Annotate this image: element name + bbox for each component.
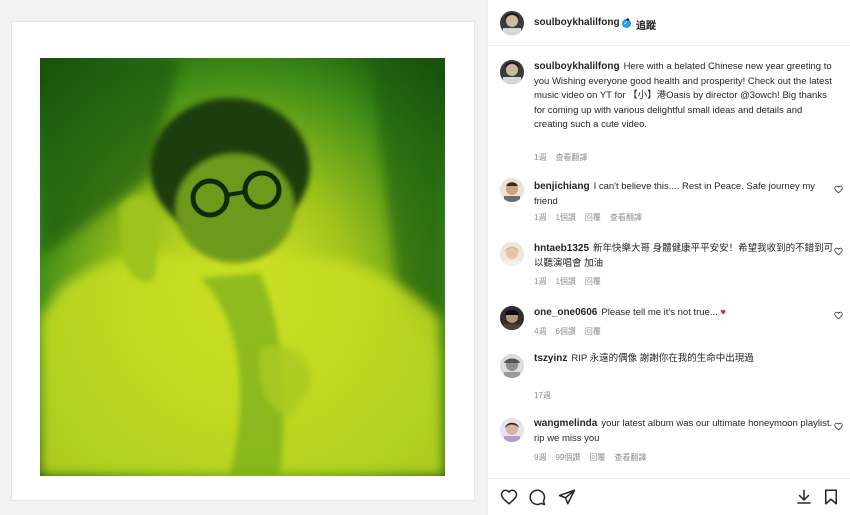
follow-button[interactable]: 追蹤 — [636, 17, 656, 32]
post-photo-art — [40, 58, 445, 476]
comment-reply[interactable]: 回覆 — [585, 327, 601, 336]
media-pane — [0, 0, 487, 515]
caption-translate[interactable]: 查看翻譯 — [555, 153, 587, 162]
comment-avatar[interactable] — [500, 354, 524, 378]
author-username[interactable]: soulboykhalilfong — [534, 17, 620, 28]
comment-text: RIP 永遠的偶像 謝謝你在我的生命中出現過 — [571, 353, 754, 364]
comment-meta: 9週 99個讚 回覆 查看翻譯 — [534, 452, 655, 463]
comment-meta: 1週 1個讚 回覆 查看翻譯 — [534, 212, 651, 223]
comment-username[interactable]: benjichiang — [534, 181, 590, 192]
comment-username[interactable]: tszyinz — [534, 353, 567, 364]
comment-likes[interactable]: 6個讚 — [555, 327, 575, 336]
comment-item: benjichiang I can't believe this.... Rest… — [534, 180, 834, 209]
comments-panel: soulboykhalilfong ✓ • 追蹤 soulboykhalilfon… — [488, 0, 850, 515]
post-photo[interactable] — [40, 58, 445, 476]
download-icon[interactable] — [795, 488, 813, 506]
post-header: soulboykhalilfong ✓ • 追蹤 — [488, 0, 850, 46]
comment-reply[interactable]: 回覆 — [585, 277, 601, 286]
comment-translate[interactable]: 查看翻譯 — [610, 213, 642, 222]
comment-item: one_one0606 Please tell me it's not true.… — [534, 306, 834, 321]
heart-emoji-icon: ♥ — [720, 307, 727, 318]
comment-username[interactable]: wangmelinda — [534, 418, 597, 429]
caption-meta: 1週 查看翻譯 — [534, 152, 596, 163]
comment-likes[interactable]: 99個讚 — [555, 453, 580, 462]
post-caption: soulboykhalilfong Here with a belated Chi… — [534, 60, 834, 133]
comment-username[interactable]: hntaeb1325 — [534, 243, 589, 254]
comment-text: Please tell me it's not true... — [601, 307, 718, 318]
caption-avatar[interactable] — [500, 60, 524, 84]
heart-outline-icon[interactable] — [500, 488, 518, 506]
comment-avatar[interactable] — [500, 306, 524, 330]
comment-meta: 17週 — [534, 390, 560, 401]
action-bar — [488, 478, 850, 515]
comment-avatar[interactable] — [500, 418, 524, 442]
comment-time: 17週 — [534, 391, 551, 400]
comment-username[interactable]: one_one0606 — [534, 307, 597, 318]
comment-time: 1週 — [534, 277, 547, 286]
comment-item: tszyinz RIP 永遠的偶像 謝謝你在我的生命中出現過 — [534, 352, 834, 367]
comment-meta: 1週 1個讚 回覆 — [534, 276, 610, 287]
comment-item: wangmelinda your latest album was our ult… — [534, 417, 834, 446]
caption-time: 1週 — [534, 153, 547, 162]
comment-bubble-icon[interactable] — [528, 488, 546, 506]
like-heart-icon[interactable] — [834, 311, 843, 320]
comment-item: hntaeb1325 新年快樂大哥 身體健康平平安安！希望我收到的不錯到可以聽演唱… — [534, 242, 834, 271]
comment-likes[interactable]: 1個讚 — [555, 277, 575, 286]
like-heart-icon[interactable] — [834, 185, 843, 194]
paper-plane-icon[interactable] — [558, 488, 576, 506]
bookmark-icon[interactable] — [822, 488, 840, 506]
polaroid-frame — [12, 22, 474, 500]
like-heart-icon[interactable] — [834, 422, 843, 431]
caption-username[interactable]: soulboykhalilfong — [534, 61, 620, 72]
author-username-header[interactable]: soulboykhalilfong ✓ — [534, 17, 631, 28]
comment-avatar[interactable] — [500, 242, 524, 266]
comment-avatar[interactable] — [500, 178, 524, 202]
comment-time: 4週 — [534, 327, 547, 336]
comment-reply[interactable]: 回覆 — [589, 453, 605, 462]
author-avatar[interactable] — [500, 11, 524, 35]
comment-time: 1週 — [534, 213, 547, 222]
comment-likes[interactable]: 1個讚 — [555, 213, 575, 222]
header-separator: • — [626, 15, 630, 26]
comment-time: 9週 — [534, 453, 547, 462]
comment-translate[interactable]: 查看翻譯 — [614, 453, 646, 462]
comment-meta: 4週 6個讚 回覆 — [534, 326, 610, 337]
comment-reply[interactable]: 回覆 — [585, 213, 601, 222]
like-heart-icon[interactable] — [834, 247, 843, 256]
